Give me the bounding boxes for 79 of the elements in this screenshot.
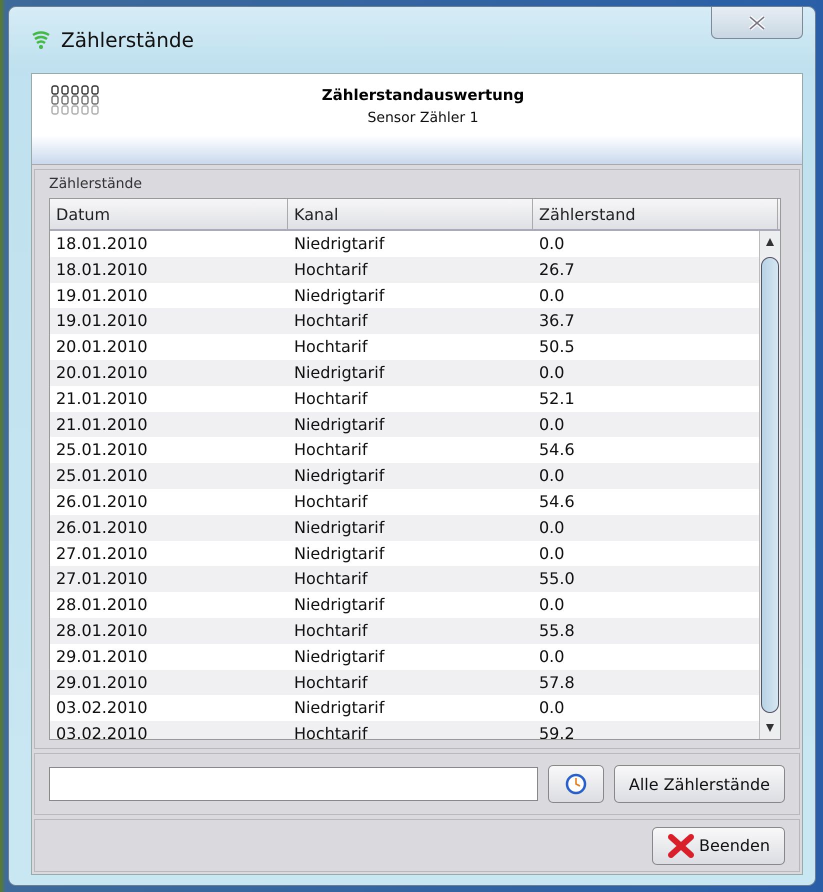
table-cell-text: Niedrigtarif xyxy=(293,414,386,436)
table-cell-text: 03.02.2010 xyxy=(55,697,149,720)
column-header[interactable]: Kanal xyxy=(288,199,533,229)
table-cell-text: Hochtarif xyxy=(293,439,369,462)
table-cell-text: 0.0 xyxy=(538,516,566,539)
table-cell-text: 0.0 xyxy=(538,646,566,668)
table-cell-text: 0.0 xyxy=(538,362,566,384)
table-cell-text: 25.01.2010 xyxy=(55,465,149,488)
all-readings-button[interactable]: Alle Zählerstände xyxy=(614,765,785,803)
table-cell-text: 0.0 xyxy=(538,542,566,565)
date-field[interactable] xyxy=(49,767,538,801)
table-cell-text: Hochtarif xyxy=(293,672,369,694)
table-cell-text: 18.01.2010 xyxy=(55,258,149,281)
table-cell-text: 0.0 xyxy=(538,233,566,255)
table-cell-text: Hochtarif xyxy=(293,723,369,739)
table-cell-text: Niedrigtarif xyxy=(293,542,386,565)
scroll-up-icon[interactable] xyxy=(765,237,775,247)
table-cell-text: Hochtarif xyxy=(293,388,369,410)
table-cell-text: Niedrigtarif xyxy=(293,233,386,255)
table-cell-text: 0.0 xyxy=(538,465,566,488)
table-cell-text: Niedrigtarif xyxy=(293,465,386,488)
table-cell-text: 0.0 xyxy=(538,284,566,307)
table-cell-text: Niedrigtarif xyxy=(293,594,386,616)
table-cell-text: Niedrigtarif xyxy=(293,284,386,307)
scrollbar[interactable] xyxy=(759,231,780,739)
scroll-thumb[interactable] xyxy=(761,257,779,713)
table-cell-text: Niedrigtarif xyxy=(293,362,386,384)
table-cell-text: Hochtarif xyxy=(293,568,369,590)
table-cell-text: 55.0 xyxy=(538,568,576,590)
calendar-button[interactable] xyxy=(548,765,604,803)
table-cell-text: 28.01.2010 xyxy=(55,620,149,642)
table-cell-text: Hochtarif xyxy=(293,336,369,358)
table-cell-text: 59.2 xyxy=(538,723,576,739)
report-title: Zählerstandauswertung xyxy=(322,86,524,104)
window-title: Zählerstände xyxy=(61,28,194,52)
table-cell-text: 27.01.2010 xyxy=(55,542,149,565)
cross-icon xyxy=(667,832,696,858)
close-icon xyxy=(747,14,767,30)
table-cell-text: 0.0 xyxy=(538,697,566,720)
table-cell-text: 29.01.2010 xyxy=(55,672,149,694)
table-cell-text: 27.01.2010 xyxy=(55,568,149,590)
signal-icon xyxy=(31,30,51,50)
table-cell-text: 55.8 xyxy=(538,620,576,642)
group-title: Zählerstände xyxy=(49,175,142,194)
table-cell-text: 36.7 xyxy=(538,310,576,332)
table-cell-text: 0.0 xyxy=(538,594,566,616)
sensor-name: Sensor Zähler 1 xyxy=(367,110,479,126)
table-cell-text: Niedrigtarif xyxy=(293,646,386,668)
table-cell-text: 52.1 xyxy=(538,388,576,410)
table-cell-text: 03.02.2010 xyxy=(55,723,149,739)
table-cell-text: 20.01.2010 xyxy=(55,362,149,384)
table-cell-text: Hochtarif xyxy=(293,620,369,642)
table-cell-text: 21.01.2010 xyxy=(55,414,149,436)
table-cell-text: 20.01.2010 xyxy=(55,336,149,358)
close-button[interactable] xyxy=(711,7,803,39)
table-cell-text: 18.01.2010 xyxy=(55,233,149,255)
table-cell-text: 19.01.2010 xyxy=(55,310,149,332)
table-cell-text: 26.01.2010 xyxy=(55,490,149,513)
table-cell-text: Niedrigtarif xyxy=(293,697,386,720)
column-header[interactable]: Datum xyxy=(50,199,288,229)
table-cell-text: 25.01.2010 xyxy=(55,439,149,462)
table-cell-text: Hochtarif xyxy=(293,490,369,513)
table-cell-text: 26.7 xyxy=(538,258,576,281)
table-cell-text: Hochtarif xyxy=(293,310,369,332)
table-cell-text: 28.01.2010 xyxy=(55,594,149,616)
clock-icon xyxy=(564,773,587,795)
table-cell-text: 19.01.2010 xyxy=(55,284,149,307)
table-cell-text: 21.01.2010 xyxy=(55,388,149,410)
table-cell-text: 57.8 xyxy=(538,672,576,694)
table-cell-text: 50.5 xyxy=(538,336,576,358)
table-cell-text: 26.01.2010 xyxy=(55,516,149,539)
scroll-down-icon[interactable] xyxy=(765,723,775,733)
table-cell-text: 54.6 xyxy=(538,490,576,513)
table-cell-text: Hochtarif xyxy=(293,258,369,281)
table-cell-text: 29.01.2010 xyxy=(55,646,149,668)
exit-button[interactable]: Beenden xyxy=(652,826,785,864)
table-cell-text: Niedrigtarif xyxy=(293,516,386,539)
table-cell-text: 0.0 xyxy=(538,414,566,436)
table-cell-text: 54.6 xyxy=(538,439,576,462)
